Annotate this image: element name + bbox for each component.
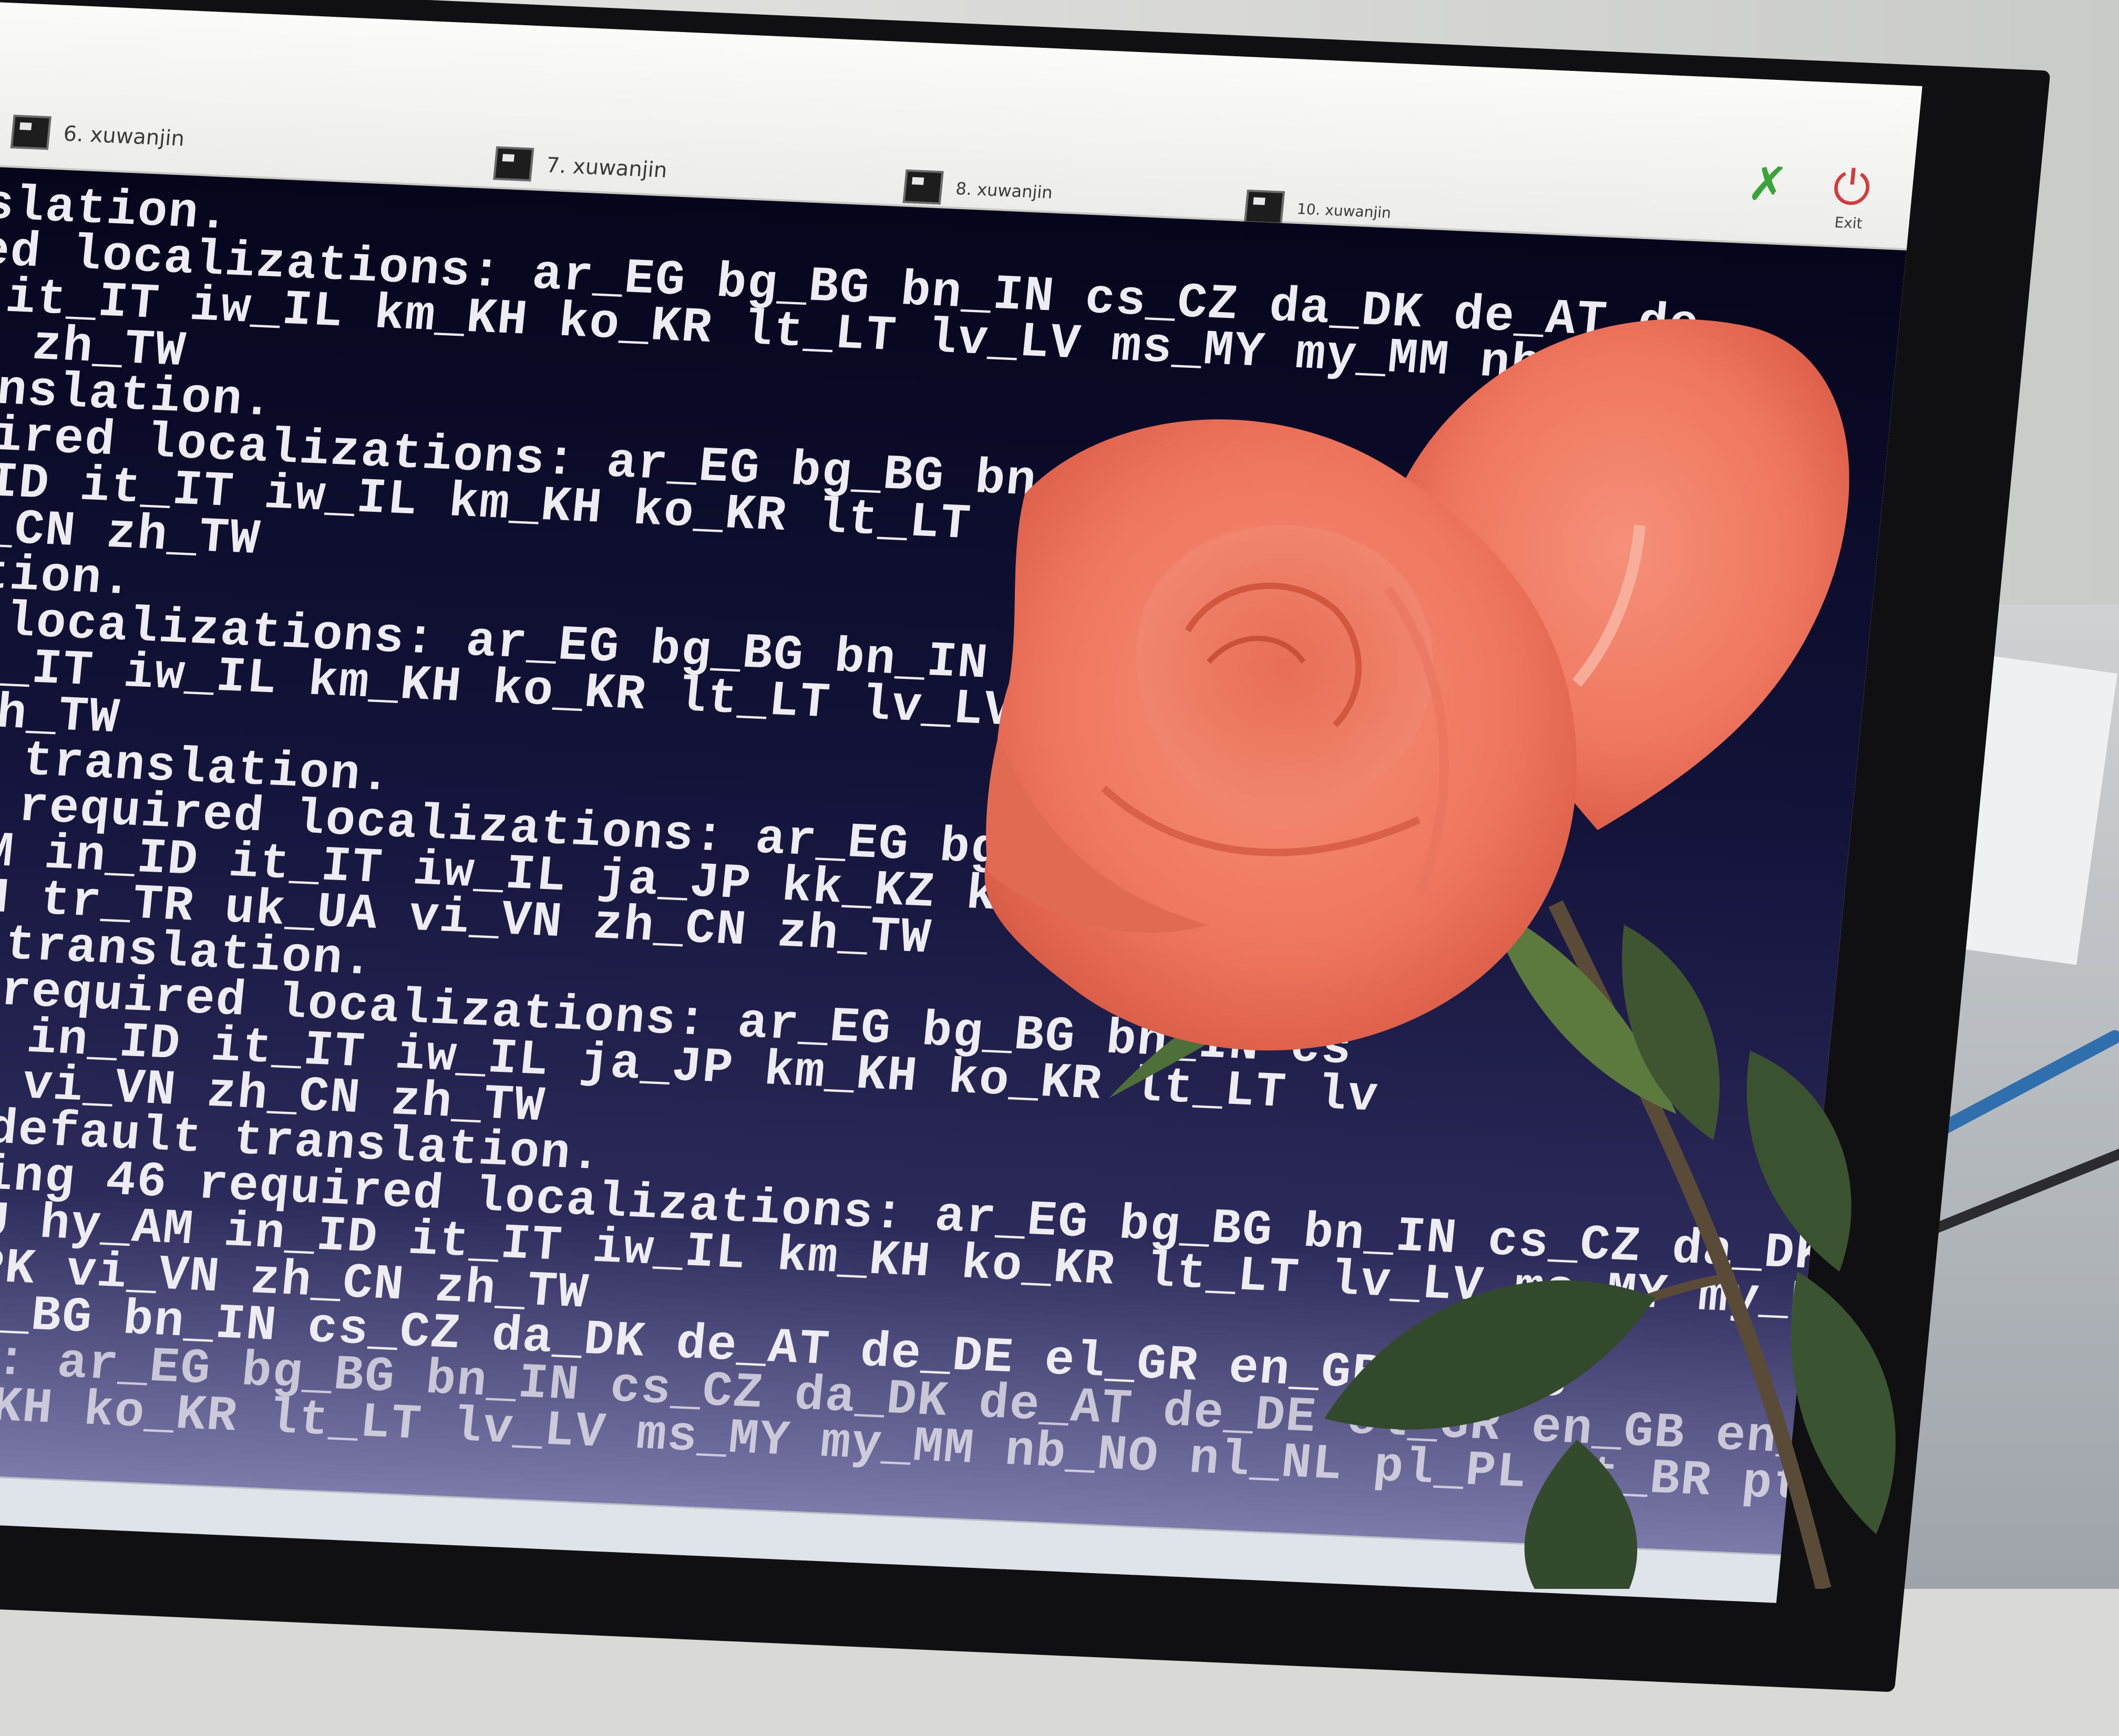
rose-inner-petal bbox=[1136, 525, 1433, 811]
leaf bbox=[1524, 1440, 1638, 1589]
rose-photo bbox=[984, 319, 1896, 1589]
leaf bbox=[1324, 1280, 1655, 1430]
leaf bbox=[1746, 1051, 1851, 1272]
